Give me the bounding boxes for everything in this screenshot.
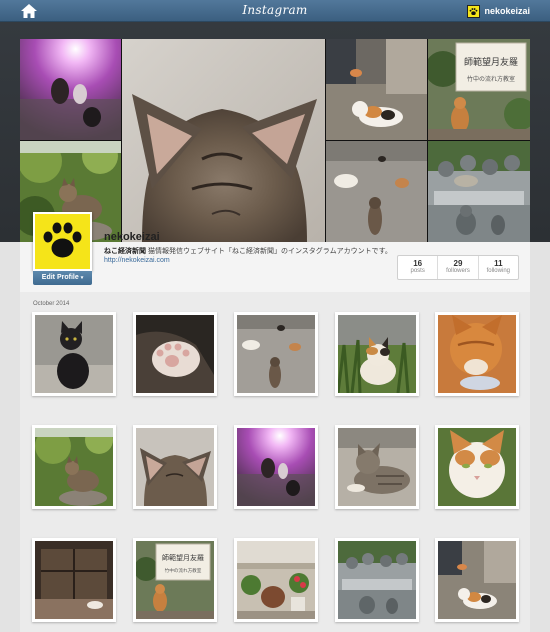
edit-profile-button[interactable]: Edit Profile ▾ (33, 271, 92, 285)
shop-sign-cat-photo: 師範望月友羅 竹中の流れ方教室 (136, 541, 214, 619)
calico-in-grass-photo (338, 315, 416, 393)
black-cat-photo (35, 315, 113, 393)
bio-text: 猫情報発信ウェブサイト「ねこ経済新聞」のインスタグラムアカウントです。 (147, 248, 392, 255)
photo-card[interactable] (234, 312, 318, 396)
profile-bio: ねこ経済新聞 猫情報発信ウェブサイト「ねこ経済新聞」のインスタグラムアカウントで… (104, 246, 392, 256)
photo-card[interactable] (234, 538, 318, 622)
photo-card[interactable] (133, 312, 217, 396)
photo-card[interactable] (32, 312, 116, 396)
photo-card[interactable] (435, 312, 519, 396)
user-menu[interactable]: nekokeizai (467, 3, 530, 19)
stat-posts[interactable]: 16 posts (398, 256, 439, 279)
stone-statues-photo (338, 541, 416, 619)
stat-followers-label: followers (446, 268, 470, 274)
paw-icon (43, 222, 82, 258)
cover-collage: 師範望月友羅 竹中の流れ方教室 (20, 39, 530, 242)
street-cats-photo (237, 315, 315, 393)
month-label: October 2014 (33, 301, 70, 307)
cover-photo-statues (428, 141, 530, 242)
caret-down-icon: ▾ (80, 275, 84, 281)
cover-photo-sign: 師範望月友羅 竹中の流れ方教室 (428, 39, 530, 140)
photo-grid: October 2014 師範望月友羅 竹中の流れ方教室 (20, 292, 530, 632)
orange-cat-eating-photo (438, 315, 516, 393)
profile-username: nekokeizai (104, 231, 160, 243)
cover-photo-calico-street (326, 39, 427, 140)
stat-following-count: 11 (494, 259, 503, 268)
window-cat-photo (35, 541, 113, 619)
paw-icon (467, 4, 481, 18)
cat-ears-closeup-photo (136, 428, 214, 506)
calico-by-car-photo (438, 541, 516, 619)
stat-posts-label: posts (410, 268, 425, 274)
cover-photo-sunset (20, 39, 121, 140)
profile-header: 師範望月友羅 竹中の流れ方教室 (0, 22, 550, 242)
stat-followers-count: 29 (453, 259, 463, 268)
stat-posts-count: 16 (413, 259, 423, 268)
photo-card[interactable] (133, 425, 217, 509)
photo-card[interactable] (435, 538, 519, 622)
stat-following[interactable]: 11 following (479, 256, 518, 279)
photo-card[interactable] (234, 425, 318, 509)
photo-card[interactable]: 師範望月友羅 竹中の流れ方教室 (133, 538, 217, 622)
profile-stats: 16 posts 29 followers 11 following (397, 255, 519, 280)
bio-name: ねこ経済新聞 (104, 248, 146, 255)
sign-text-3: 師範望月友羅 (162, 553, 204, 562)
photo-card[interactable] (335, 312, 419, 396)
photo-card[interactable] (32, 538, 116, 622)
stat-followers[interactable]: 29 followers (438, 256, 479, 279)
tabby-on-rock-photo (35, 428, 113, 506)
top-bar: Instagram nekokeizai (0, 0, 550, 22)
sign-text-4: 竹中の流れ方教室 (165, 567, 202, 574)
cover-photo-cat-ears (122, 39, 325, 242)
photo-card[interactable] (335, 425, 419, 509)
cover-photo-street-cats (326, 141, 427, 242)
stat-following-label: following (486, 268, 510, 274)
cat-paw-photo (136, 315, 214, 393)
sign-text-2: 竹中の流れ方教室 (467, 75, 515, 83)
edit-profile-label: Edit Profile (41, 274, 79, 281)
sign-text-1: 師範望月友羅 (464, 56, 518, 68)
photo-card[interactable] (32, 425, 116, 509)
profile-info: Edit Profile ▾ nekokeizai ねこ経済新聞 猫情報発信ウェ… (20, 212, 530, 292)
tabby-lying-photo (338, 428, 416, 506)
flower-pots-photo (237, 541, 315, 619)
profile-avatar[interactable] (33, 212, 92, 271)
photo-card[interactable] (435, 425, 519, 509)
profile-website-link[interactable]: http://nekokeizai.com (104, 257, 170, 264)
white-orange-cat-face-photo (438, 428, 516, 506)
cats-at-sunset-photo (237, 428, 315, 506)
photo-card[interactable] (335, 538, 419, 622)
topbar-username: nekokeizai (484, 6, 530, 16)
